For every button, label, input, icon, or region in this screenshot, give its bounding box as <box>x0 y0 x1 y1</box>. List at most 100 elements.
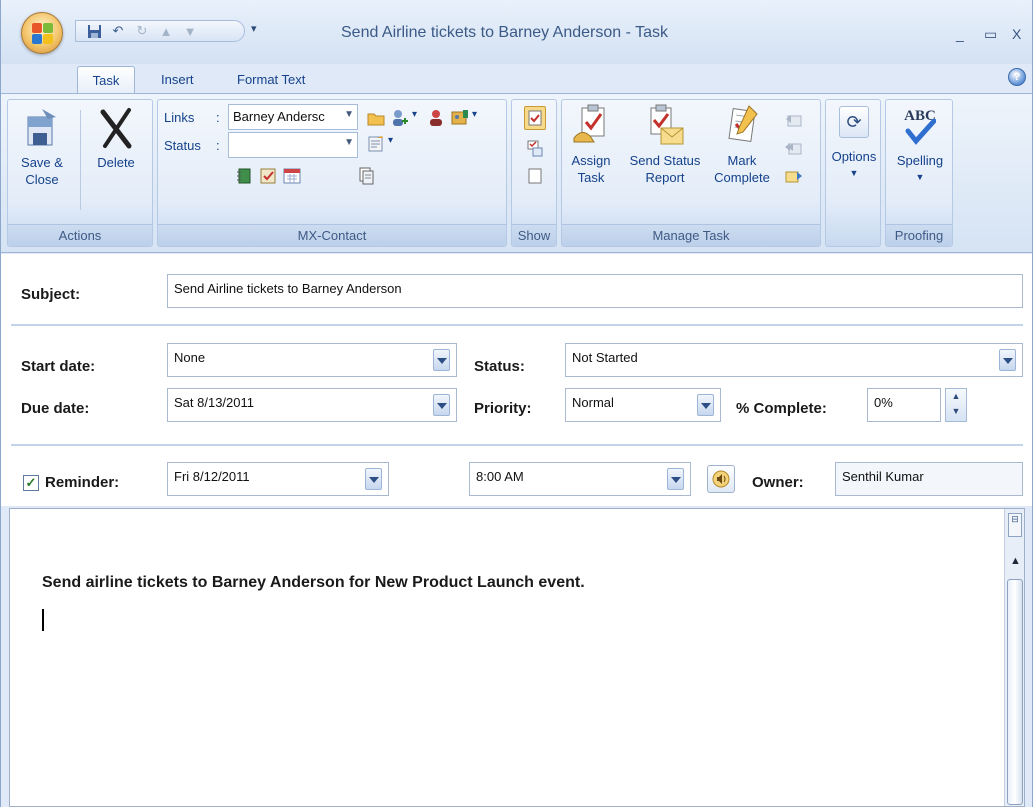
chevron-down-icon[interactable] <box>433 394 450 416</box>
contact-card-icon[interactable] <box>450 108 470 128</box>
blank-page-icon[interactable] <box>525 166 545 186</box>
contact-card-dropdown-icon[interactable]: ▾ <box>472 109 477 120</box>
minimize-button[interactable]: _ <box>956 26 964 42</box>
options-label: Options <box>831 149 877 164</box>
send-status-report-button[interactable]: Send Status Report <box>620 104 710 186</box>
vertical-scrollbar[interactable]: ⊟ ▲ <box>1004 509 1024 806</box>
reminder-time-field[interactable]: 8:00 AM <box>469 462 691 496</box>
group-manage-task: Assign Task Send Status Report Mark Comp… <box>561 99 821 247</box>
dropdown-arrow-icon: ▼ <box>344 137 354 148</box>
group-proofing: ABC Spelling ▼ Proofing <box>885 99 953 247</box>
edit-form-dropdown-icon[interactable]: ▾ <box>388 135 393 146</box>
spin-up-icon[interactable]: ▲ <box>946 389 966 404</box>
task-form: Subject: Send Airline tickets to Barney … <box>1 254 1032 506</box>
scroll-up-icon[interactable]: ▲ <box>1010 555 1021 567</box>
spelling-label: Spelling <box>896 153 944 168</box>
mark-complete-icon <box>722 104 762 148</box>
scroll-thumb[interactable] <box>1007 579 1023 805</box>
folder-icon[interactable] <box>366 108 386 128</box>
chevron-down-icon[interactable] <box>433 349 450 371</box>
chevron-down-icon[interactable] <box>365 468 382 490</box>
spin-down-icon[interactable]: ▼ <box>946 404 966 419</box>
percent-complete-input[interactable]: 0% <box>867 388 941 422</box>
assign-task-icon <box>571 104 611 148</box>
spelling-button[interactable]: ABC Spelling ▼ <box>888 104 952 186</box>
reminder-sound-button[interactable] <box>707 465 735 493</box>
dropdown-arrow-icon: ▼ <box>344 109 354 120</box>
divider <box>11 444 1023 446</box>
status-combo[interactable]: ▼ <box>228 132 358 158</box>
restore-button[interactable]: ▭ <box>984 26 997 43</box>
options-refresh-icon: ⟳ <box>839 106 869 138</box>
document-stack-icon[interactable] <box>356 166 376 186</box>
close-button[interactable]: X <box>1012 26 1021 42</box>
title-bar: ↶ ↻ ▲ ▼ ▾ Send Airline tickets to Barney… <box>1 0 1032 64</box>
edit-form-icon[interactable] <box>366 134 386 154</box>
reminder-time-value: 8:00 AM <box>476 469 524 484</box>
customize-qat-icon[interactable]: ▾ <box>251 22 257 35</box>
task-window: ↶ ↻ ▲ ▼ ▾ Send Airline tickets to Barney… <box>0 0 1033 807</box>
tab-task[interactable]: Task <box>77 66 135 94</box>
subject-input[interactable]: Send Airline tickets to Barney Anderson <box>167 274 1023 308</box>
delete-x-icon <box>96 106 136 150</box>
ribbon: Save & Close Delete Actions Links : Barn… <box>1 93 1032 253</box>
chevron-down-icon[interactable] <box>697 394 714 416</box>
status-select[interactable]: Not Started <box>565 343 1023 377</box>
divider <box>80 110 81 210</box>
group-label-mx-contact: MX-Contact <box>158 224 506 246</box>
group-show: Show <box>511 99 557 247</box>
redo-icon[interactable]: ↻ <box>134 23 150 39</box>
mark-complete-label-1: Mark <box>727 153 757 168</box>
due-date-value: Sat 8/13/2011 <box>174 395 254 410</box>
status-colon: : <box>216 138 220 153</box>
group-options: ⟳ Options ▼ <box>825 99 881 247</box>
delete-button[interactable]: Delete <box>86 106 146 171</box>
save-icon[interactable] <box>86 23 102 39</box>
mark-complete-button[interactable]: Mark Complete <box>710 104 774 186</box>
options-button[interactable]: ⟳ Options ▼ <box>828 106 880 182</box>
add-contact-icon[interactable] <box>390 108 410 128</box>
text-caret <box>42 609 44 631</box>
save-close-button[interactable]: Save & Close <box>14 106 70 188</box>
next-item-icon[interactable]: ▼ <box>182 23 198 39</box>
forward-icon[interactable] <box>784 166 804 186</box>
group-label-actions: Actions <box>8 224 152 246</box>
task-view-icon[interactable] <box>524 106 546 130</box>
tab-insert[interactable]: Insert <box>149 66 206 94</box>
office-button[interactable] <box>21 12 63 54</box>
assign-task-button[interactable]: Assign Task <box>564 104 618 186</box>
details-view-icon[interactable] <box>525 138 545 158</box>
contact-person-icon[interactable] <box>426 108 446 128</box>
send-status-report-icon <box>645 104 685 148</box>
assign-label-1: Assign <box>571 153 611 168</box>
links-value: Barney Andersc <box>233 109 325 124</box>
undo-icon[interactable]: ↶ <box>110 23 126 39</box>
task-note-icon[interactable] <box>258 166 278 186</box>
chevron-down-icon[interactable] <box>999 349 1016 371</box>
status-value: Not Started <box>572 350 638 365</box>
reply-all-icon[interactable] <box>784 138 804 158</box>
journal-icon[interactable] <box>234 166 254 186</box>
ruler-toggle-icon[interactable]: ⊟ <box>1008 513 1022 537</box>
links-label: Links <box>164 110 195 125</box>
task-body-editor[interactable]: Send airline tickets to Barney Anderson … <box>9 508 1025 807</box>
percent-spinner[interactable]: ▲ ▼ <box>945 388 967 422</box>
calendar-icon[interactable] <box>282 166 302 186</box>
start-date-field[interactable]: None <box>167 343 457 377</box>
tab-format-text[interactable]: Format Text <box>225 66 317 94</box>
speaker-icon <box>712 470 730 488</box>
due-date-field[interactable]: Sat 8/13/2011 <box>167 388 457 422</box>
reminder-date-field[interactable]: Fri 8/12/2011 <box>167 462 389 496</box>
start-date-value: None <box>174 350 206 365</box>
office-logo-icon <box>32 23 54 45</box>
add-contact-dropdown-icon[interactable]: ▾ <box>412 109 417 120</box>
chevron-down-icon[interactable] <box>667 468 684 490</box>
reminder-checkbox[interactable]: ✓ <box>23 475 39 491</box>
previous-item-icon[interactable]: ▲ <box>158 23 174 39</box>
priority-select[interactable]: Normal <box>565 388 721 422</box>
help-icon[interactable]: ? <box>1008 68 1026 86</box>
links-colon: : <box>216 110 220 125</box>
links-combo[interactable]: Barney Andersc ▼ <box>228 104 358 130</box>
delete-label: Delete <box>97 155 135 170</box>
reply-icon[interactable] <box>784 110 804 130</box>
